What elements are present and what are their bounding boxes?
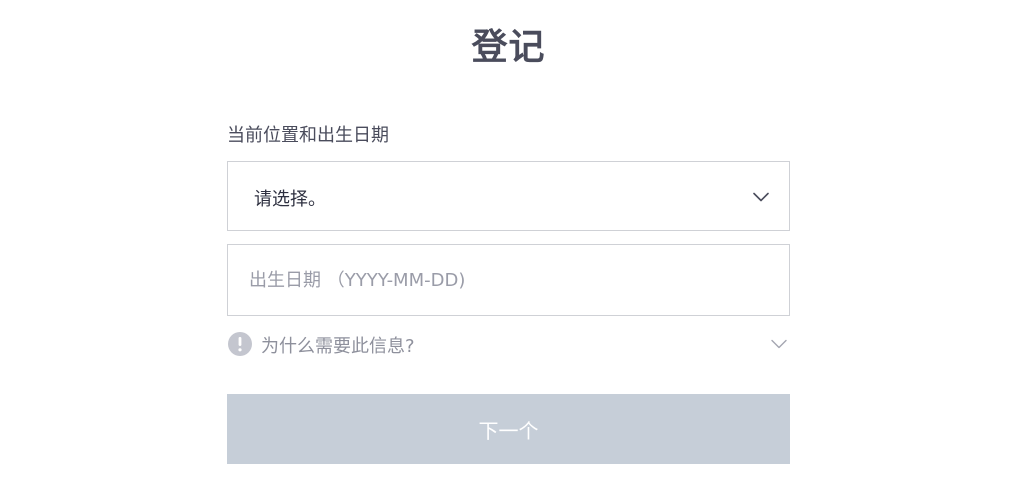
why-info-toggle[interactable]: 为什么需要此信息? <box>227 330 790 358</box>
location-select-value: 请选择。 <box>254 189 326 210</box>
chevron-down-icon <box>771 339 787 349</box>
birthdate-input[interactable] <box>227 244 790 316</box>
location-birthdate-label: 当前位置和出生日期 <box>227 125 389 146</box>
why-info-text: 为什么需要此信息? <box>261 336 415 357</box>
next-button[interactable]: 下一个 <box>227 394 790 464</box>
exclamation-circle-icon <box>228 332 252 356</box>
page-title: 登记 <box>471 27 546 68</box>
location-select[interactable]: 请选择。 <box>227 161 790 231</box>
chevron-down-icon <box>753 192 769 202</box>
